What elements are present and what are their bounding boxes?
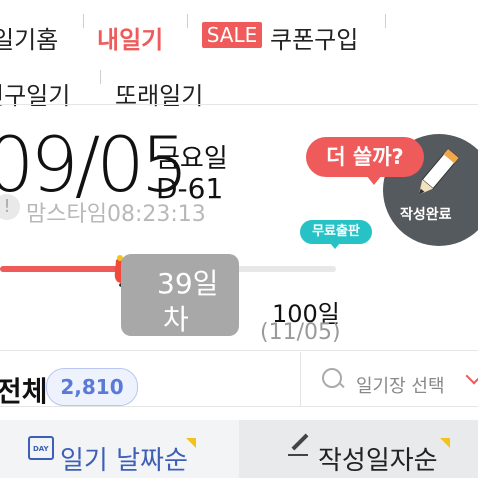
diary-timestamp: 맘스타임08:23:13: [26, 202, 206, 227]
write-more-bubble[interactable]: 더 쓸까?: [306, 137, 424, 177]
badge-tail: [330, 243, 340, 249]
nav-separator: [187, 14, 188, 28]
sort-corner-mark: [186, 438, 196, 448]
all-filter-label[interactable]: 전체: [0, 370, 48, 410]
sort-corner-mark: [440, 438, 450, 448]
nav-diary-home[interactable]: 일기홈: [0, 20, 58, 55]
nav-separator: [83, 14, 84, 28]
chevron-down-icon[interactable]: [465, 367, 478, 385]
pen-underline: [288, 454, 308, 456]
current-day-box: 39일 차: [121, 254, 239, 336]
filter-divider-bottom: [0, 406, 478, 407]
sale-badge[interactable]: SALE: [202, 22, 262, 48]
nav-my-diary[interactable]: 내일기: [97, 20, 163, 55]
nav-separator: [385, 14, 386, 28]
write-complete-label: 작성완료: [400, 207, 452, 223]
tab-date-order-label: 일기 날짜순: [60, 446, 188, 476]
diary-select-dropdown[interactable]: 일기장 선택: [356, 372, 445, 398]
bubble-tail: [366, 175, 382, 185]
search-icon[interactable]: [322, 368, 342, 388]
diary-count-badge: 2,810: [46, 368, 138, 406]
info-icon[interactable]: !: [0, 194, 20, 220]
calendar-icon-text: DAY: [33, 445, 49, 453]
tab-write-order-label: 작성일자순: [318, 446, 438, 476]
nav-divider: [0, 104, 478, 105]
current-day-number: 39일: [157, 267, 219, 300]
goal-date: (11/05): [260, 320, 341, 345]
section-divider: [0, 350, 478, 351]
nav-peer-diary[interactable]: 또래일기: [115, 76, 203, 111]
diary-weekday: 금요일: [156, 144, 228, 174]
free-publish-badge[interactable]: 무료출판: [300, 220, 372, 244]
calendar-icon: DAY: [28, 436, 54, 460]
filter-divider: [300, 352, 301, 406]
current-day-suffix: 차: [163, 303, 189, 336]
nav-friend-diary[interactable]: 친구일기: [0, 76, 70, 111]
nav-buy-coupon[interactable]: 쿠폰구입: [270, 20, 358, 55]
nav-separator: [100, 70, 101, 84]
